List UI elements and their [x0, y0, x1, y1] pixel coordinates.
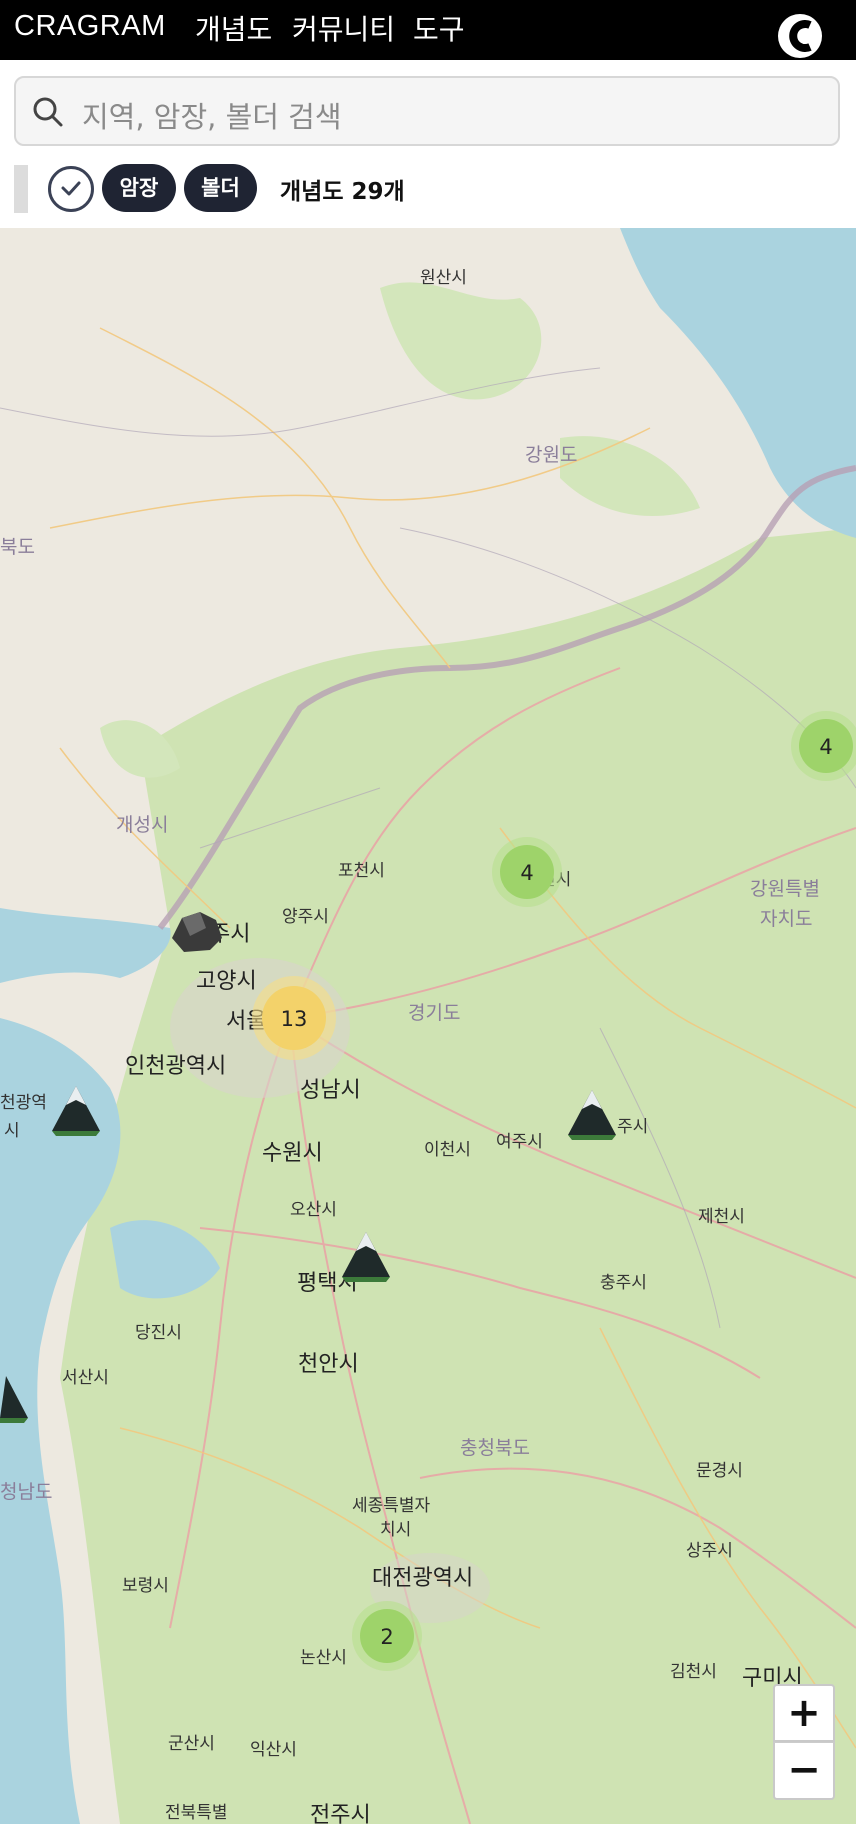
map-label: 양주시 — [282, 907, 329, 926]
cluster-marker[interactable]: 4 — [791, 711, 856, 781]
map-label: 북도 — [0, 537, 35, 558]
map-label: 세종특별자 — [352, 1496, 431, 1515]
filter-bar: 암장 볼더 개념도 29개 — [0, 160, 856, 228]
map-label: 군산시 — [168, 1734, 215, 1753]
top-nav-bar: CRAGRAM 개념도 커뮤니티 도구 — [0, 0, 856, 60]
cluster-count: 2 — [380, 1625, 393, 1649]
map-label: 보령시 — [122, 1576, 169, 1595]
brand-logo-text[interactable]: CRAGRAM — [14, 10, 166, 43]
map-label: 전북특별 — [165, 1803, 228, 1822]
map-label: 포천시 — [338, 861, 385, 880]
cluster-marker[interactable]: 4 — [492, 837, 562, 907]
map-label: 강원도 — [525, 444, 577, 466]
drag-handle[interactable] — [14, 165, 28, 213]
map-label: 익산시 — [250, 1740, 297, 1759]
nav-community[interactable]: 커뮤니티 — [292, 8, 395, 48]
map-label: 논산시 — [300, 1648, 347, 1667]
map-label: 원산시 — [420, 268, 467, 287]
map-label: 주시 — [617, 1117, 648, 1136]
search-icon — [33, 97, 63, 127]
map-label: 제천시 — [698, 1207, 745, 1226]
map-label: 오산시 — [290, 1200, 337, 1219]
map-label: 당진시 — [135, 1323, 182, 1342]
cluster-count: 4 — [520, 861, 533, 885]
concept-map-count: 개념도 29개 — [280, 179, 405, 205]
cluster-marker[interactable]: 2 — [352, 1601, 422, 1671]
mountain-icon[interactable] — [342, 1232, 390, 1282]
map-view[interactable]: 원산시 강원도 북도 개성시 포천시 양주시 주시 고양시 서울시 경기도 인천… — [0, 228, 856, 1824]
map-label: 전주시 — [310, 1802, 371, 1824]
cluster-count: 13 — [281, 1007, 308, 1031]
map-label: 문경시 — [696, 1461, 743, 1480]
map-label: 이천시 — [424, 1140, 471, 1159]
cluster-count: 4 — [819, 735, 832, 759]
map-label: 고양시 — [196, 968, 257, 993]
map-label: 서산시 — [62, 1368, 109, 1387]
map-overlay: 원산시 강원도 북도 개성시 포천시 양주시 주시 고양시 서울시 경기도 인천… — [0, 268, 856, 1824]
c-logo-icon[interactable] — [776, 8, 824, 64]
map-label: 수원시 — [262, 1140, 323, 1165]
boulder-icon[interactable] — [172, 912, 222, 952]
map-label: 치시 — [380, 1520, 411, 1539]
nav-concept-map[interactable]: 개념도 — [195, 8, 272, 48]
mountain-icon[interactable] — [52, 1086, 100, 1136]
map-label: 개성시 — [116, 814, 168, 836]
cluster-marker[interactable]: 13 — [252, 976, 336, 1060]
map-label: 충청북도 — [460, 1437, 530, 1459]
map-label: 성남시 — [300, 1077, 361, 1102]
map-label: 대전광역시 — [372, 1565, 473, 1590]
mountain-icon[interactable] — [0, 1376, 28, 1423]
zoom-out-button[interactable]: − — [773, 1742, 835, 1800]
filter-chip-boulder[interactable]: 볼더 — [184, 164, 257, 212]
mountain-icon[interactable] — [568, 1090, 616, 1140]
map-label: 청남도 — [0, 1481, 52, 1503]
zoom-in-button[interactable]: + — [773, 1684, 835, 1742]
map-label: 여주시 — [496, 1132, 543, 1151]
map-label: 김천시 — [670, 1662, 717, 1681]
filter-chip-gym[interactable]: 암장 — [102, 164, 176, 212]
map-label: 자치도 — [760, 908, 812, 930]
map-label: 상주시 — [686, 1541, 733, 1560]
map-label: 시 — [4, 1121, 20, 1140]
map-label: 충주시 — [600, 1273, 647, 1292]
map-label: 천안시 — [298, 1351, 359, 1376]
map-label: 강원특별 — [750, 878, 820, 900]
map-label: 경기도 — [408, 1002, 460, 1024]
map-label: 천광역 — [0, 1093, 47, 1112]
check-circle-icon[interactable] — [48, 166, 94, 212]
search-placeholder: 지역, 암장, 볼더 검색 — [82, 100, 342, 134]
nav-tools[interactable]: 도구 — [413, 8, 465, 48]
map-label: 인천광역시 — [125, 1053, 226, 1078]
search-input[interactable]: 지역, 암장, 볼더 검색 — [14, 76, 840, 146]
